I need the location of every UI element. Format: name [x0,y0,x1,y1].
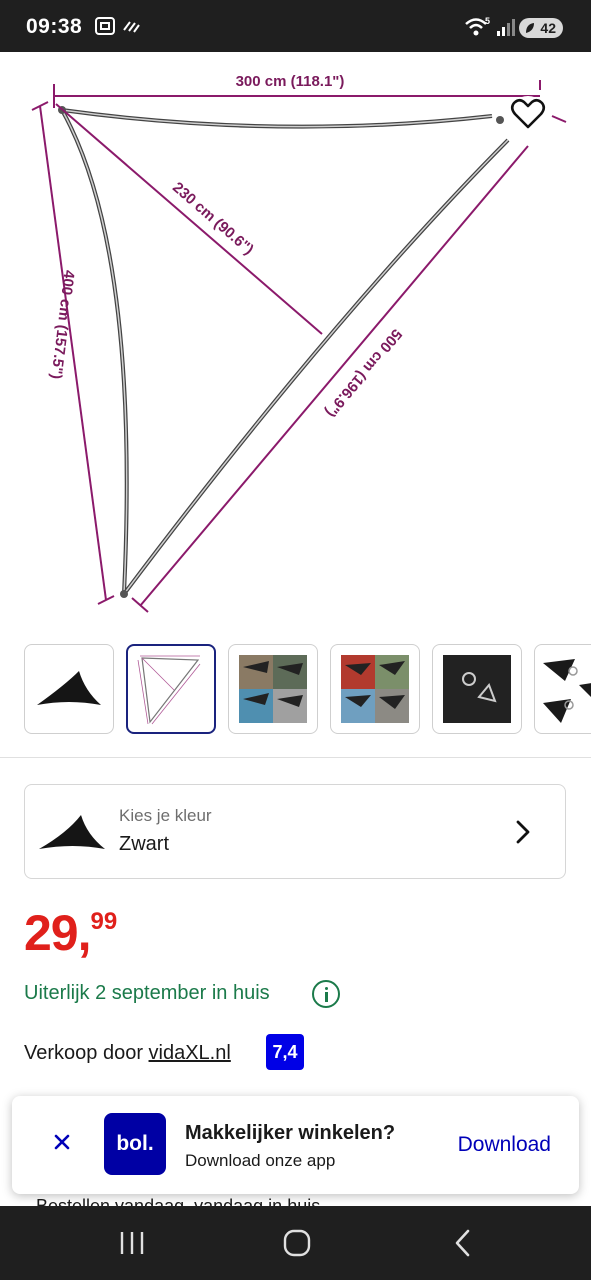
battery-leaf-icon [526,23,534,33]
color-selector-label: Kies je kleur [119,806,212,825]
seller-prefix: Verkoop door [24,1042,149,1064]
back-icon[interactable] [452,1228,474,1258]
battery-indicator: 42 [519,18,563,38]
navigation-bar [0,1206,591,1280]
bol-logo: bol. [104,1113,166,1175]
dimension-drawing-thumb [137,655,201,725]
wifi-icon: 5 [465,16,490,36]
color-selector-value: Zwart [119,833,169,855]
banner-title: Makkelijker winkelen? [185,1122,396,1144]
product-price: 29,99 [24,904,117,962]
seller-link[interactable]: vidaXL.nl [149,1042,231,1064]
seller-info: Verkoop door vidaXL.nl [24,1042,231,1065]
info-icon[interactable] [312,980,340,1008]
black-triangle-shade-icon [37,671,101,705]
app-download-banner: bol. Makkelijker winkelen? Download onze… [12,1096,579,1194]
signal-icon [497,19,515,36]
dimension-left-label: 400 cm (157.5") [47,269,77,380]
terrace-photo-icon [341,655,409,723]
nfc-icon [123,21,140,33]
price-main: 29, [24,905,92,961]
thumbnail-black-shade[interactable] [24,644,114,734]
product-image[interactable]: 300 cm (118.1") 230 cm (90.6") 400 cm (1… [0,52,591,637]
svg-text:5: 5 [485,16,490,26]
home-icon[interactable] [282,1228,312,1258]
seller-rating-badge[interactable]: 7,4 [266,1034,304,1070]
color-selector[interactable]: Kies je kleur Zwart [24,784,566,879]
status-bar: 09:38 5 42 [0,0,591,52]
dimension-top-label: 300 cm (118.1") [236,73,345,90]
thumbnail-ring-detail[interactable] [432,644,522,734]
delivery-estimate: Uiterlijk 2 september in huis [24,982,270,1004]
thumbnail-terrace-photo[interactable] [330,644,420,734]
thumbnail-garden-photo[interactable] [228,644,318,734]
corner-detail-icon [543,659,591,723]
banner-subtitle: Download onze app [185,1151,336,1170]
chevron-right-icon [516,820,530,844]
heart-icon [510,98,546,129]
thumbnail-dimension-drawing[interactable] [126,644,216,734]
garden-photo-icon [239,655,307,723]
wishlist-button[interactable] [509,96,547,132]
color-swatch-shade [39,815,105,849]
dimension-height-label: 230 cm (90.6") [169,179,257,258]
battery-level: 42 [540,20,556,36]
status-time: 09:38 [26,15,83,38]
price-cents: 99 [90,908,118,935]
ring-detail-icon [443,655,511,723]
thumbnail-corner-detail[interactable] [534,644,591,734]
screenshot-icon [95,17,115,35]
thumbnail-strip [0,644,591,734]
recent-apps-icon[interactable] [118,1228,146,1258]
close-icon[interactable] [52,1132,72,1152]
section-divider [0,757,591,758]
dimension-drawing: 300 cm (118.1") 230 cm (90.6") 400 cm (1… [31,73,567,613]
download-button[interactable]: Download [458,1133,551,1157]
